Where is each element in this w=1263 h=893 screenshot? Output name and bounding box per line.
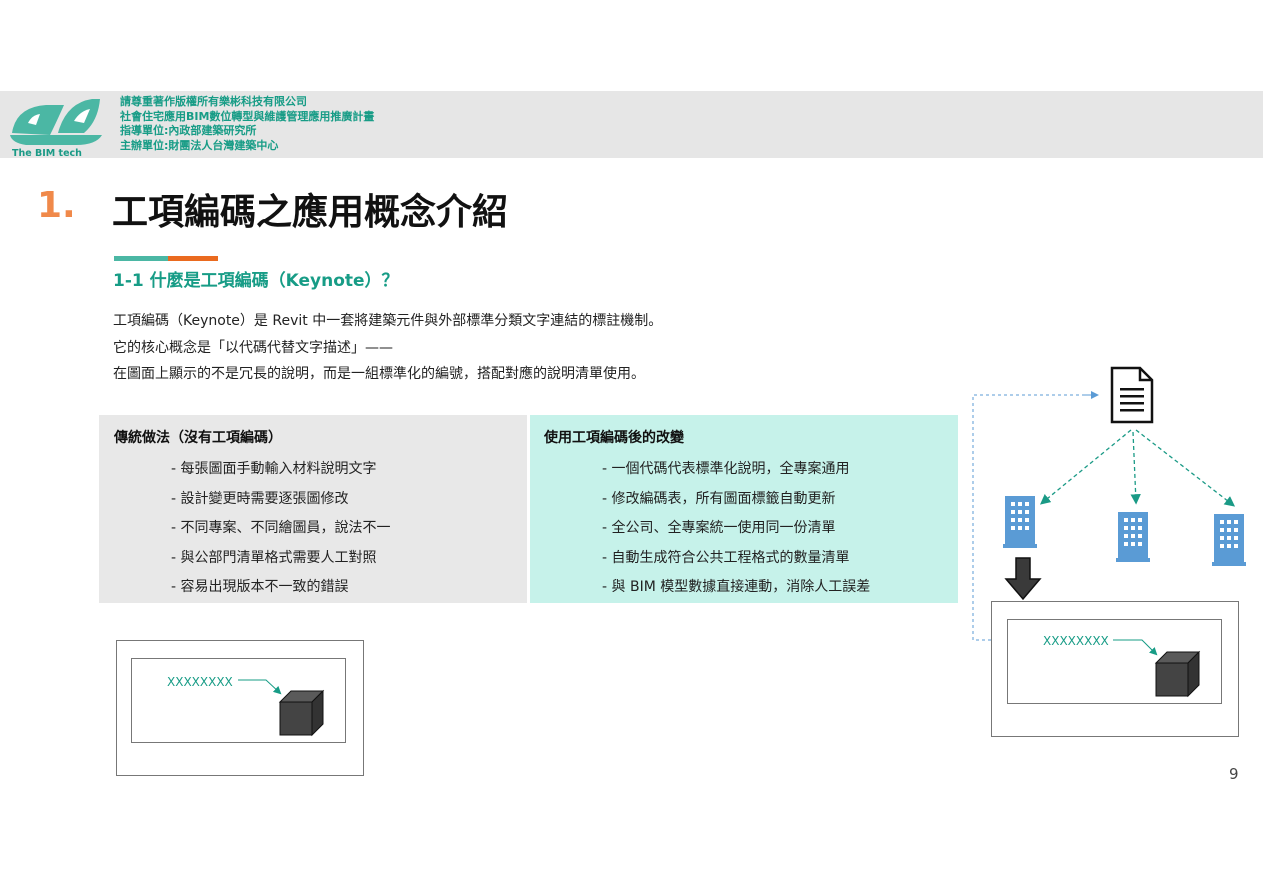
cube-icon <box>1154 650 1201 698</box>
right-leader <box>1113 639 1158 656</box>
page-number: 9 <box>1229 765 1239 783</box>
